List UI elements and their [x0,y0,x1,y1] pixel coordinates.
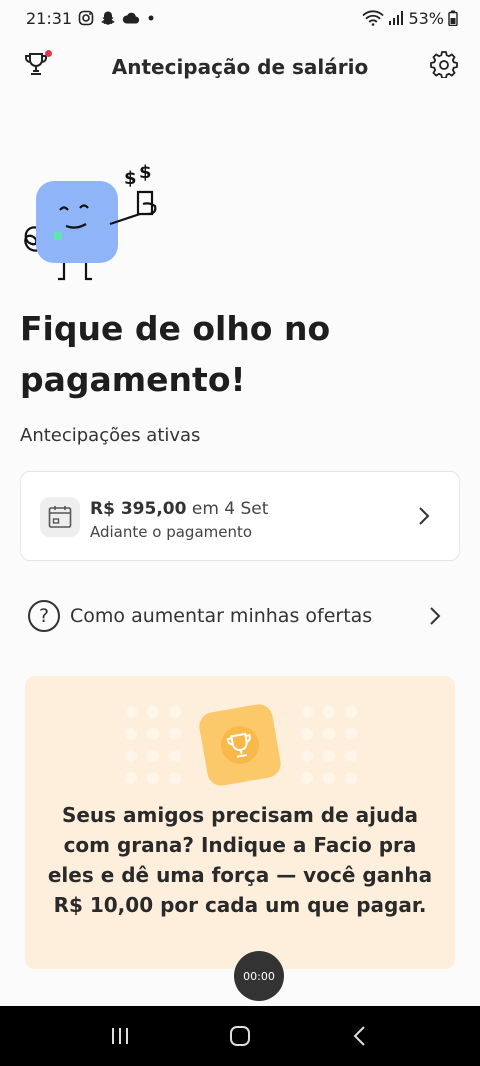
headline-line-2: pagamento! [20,360,246,399]
active-advances-label: Antecipações ativas [20,425,201,446]
decorative-dots-left [125,706,181,784]
question-icon: ? [28,600,60,632]
gear-icon [430,51,458,79]
status-bar: 21:31 53% [0,0,480,36]
recent-apps-button[interactable] [100,1016,140,1056]
settings-button[interactable] [430,50,460,80]
advance-subtitle: Adiante o pagamento [90,523,253,541]
advance-card[interactable]: R$ 395,00 em 4 Set Adiante o pagamento [20,471,460,561]
increase-offers-label: Como aumentar minhas ofertas [70,605,373,627]
recent-apps-icon [112,1028,128,1044]
back-icon [353,1026,365,1046]
cloud-icon [122,11,140,25]
increase-offers-row[interactable]: ? Como aumentar minhas ofertas [28,598,448,634]
svg-text:$: $ [139,162,152,183]
trophy-badge-icon [197,702,283,788]
battery-percent: 53% [408,8,444,28]
advance-amount-line: R$ 395,00 em 4 Set [90,499,268,519]
svg-text:$: $ [124,168,137,189]
advance-date: em 4 Set [191,499,269,519]
wifi-icon [362,10,385,26]
home-icon [230,1026,250,1046]
page-title: Antecipação de salário [111,55,369,79]
advance-amount: R$ 395,00 [90,499,187,519]
headline-line-1: Fique de olho no [20,309,331,348]
calendar-icon [40,497,80,537]
chevron-right-icon [419,507,430,525]
headline: Fique de olho no pagamento! [20,303,460,405]
instagram-icon [78,10,94,26]
mascot-illustration: $ $ [18,158,168,288]
status-time: 21:31 [26,8,73,28]
app-header: Antecipação de salário [0,44,480,90]
screen-recorder-timer[interactable]: 00:00 [234,951,284,1001]
system-nav-bar [0,1006,480,1066]
back-button[interactable] [340,1016,380,1056]
signal-icon [388,10,404,26]
referral-promo-text: Seus amigos precisam de ajuda com grana?… [47,803,433,917]
battery-icon [448,10,458,26]
referral-promo-card[interactable]: Seus amigos precisam de ajuda com grana?… [25,676,455,969]
home-button[interactable] [220,1016,260,1056]
decorative-dots-right [301,706,357,784]
chevron-right-icon [430,607,441,625]
snapchat-icon [100,10,116,26]
notification-dot-icon [146,13,156,23]
